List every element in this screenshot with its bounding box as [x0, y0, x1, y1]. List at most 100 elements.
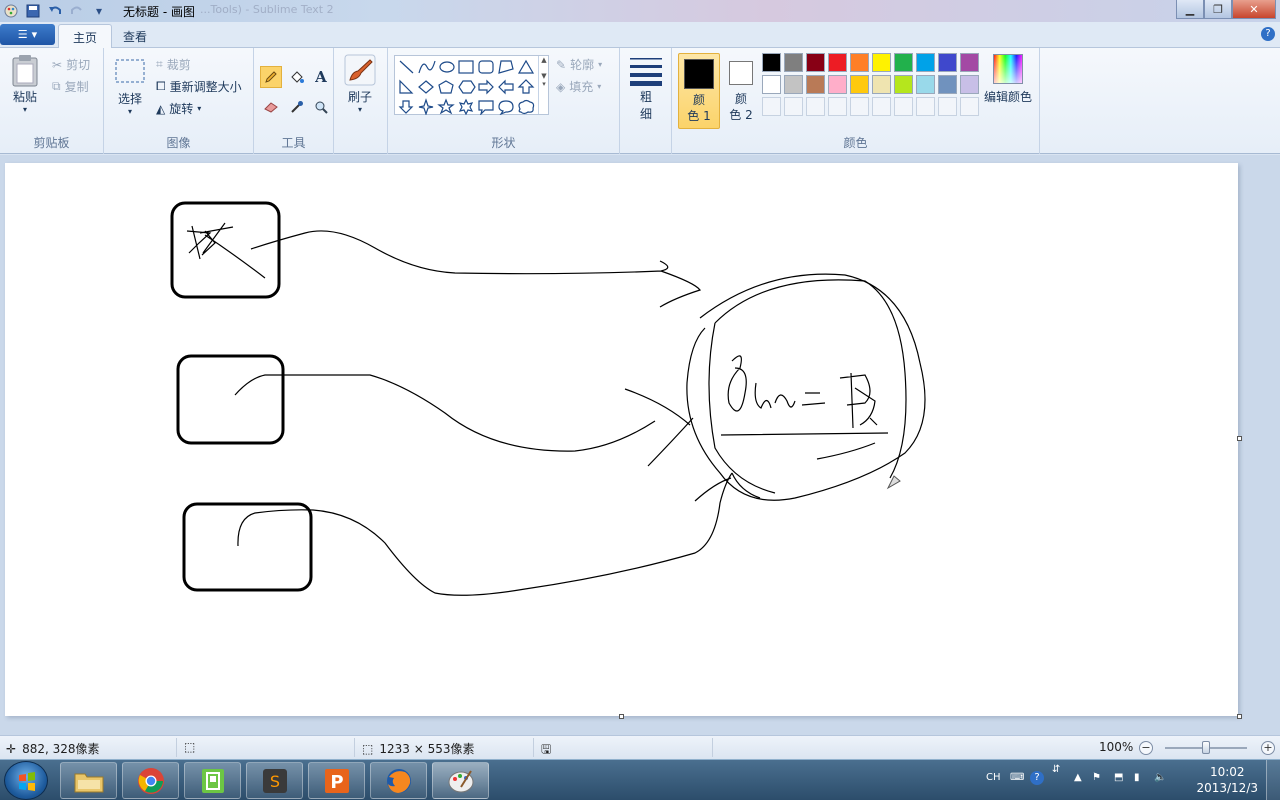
- maximize-button[interactable]: ❐: [1204, 0, 1232, 19]
- palette-color-swatch[interactable]: [938, 53, 957, 72]
- palette-custom-swatch[interactable]: [762, 97, 781, 116]
- palette-color-swatch[interactable]: [828, 75, 847, 94]
- palette-color-swatch[interactable]: [850, 53, 869, 72]
- palette-color-swatch[interactable]: [762, 75, 781, 94]
- palette-color-swatch[interactable]: [828, 53, 847, 72]
- shapes-scrollbar[interactable]: ▲ ▼ ▾: [538, 56, 549, 114]
- language-indicator[interactable]: CH: [986, 772, 1001, 783]
- resize-button[interactable]: ⧠ 重新调整大小: [156, 78, 242, 95]
- ime-options-icon[interactable]: ⇵: [1052, 764, 1060, 775]
- start-button[interactable]: [4, 761, 48, 800]
- help-icon[interactable]: ?: [1261, 27, 1275, 41]
- tab-view[interactable]: 查看: [109, 24, 161, 48]
- chevron-down-icon: ▾: [127, 107, 132, 116]
- brushes-button[interactable]: 刷子 ▾: [344, 54, 376, 114]
- zoom-in-button[interactable]: +: [1261, 741, 1275, 755]
- rotate-button[interactable]: ◭ 旋转 ▾: [156, 100, 201, 117]
- keyboard-icon[interactable]: ⌨: [1010, 772, 1024, 783]
- show-desktop-button[interactable]: [1266, 760, 1280, 800]
- app-menu-button[interactable]: ☰ ▾: [0, 24, 55, 45]
- action-center-icon[interactable]: ⚑: [1092, 772, 1101, 783]
- palette-custom-swatch[interactable]: [960, 97, 979, 116]
- palette-custom-swatch[interactable]: [784, 97, 803, 116]
- palette-custom-swatch[interactable]: [828, 97, 847, 116]
- taskbar-powerpoint[interactable]: P: [308, 762, 365, 799]
- palette-color-swatch[interactable]: [850, 75, 869, 94]
- eraser-tool[interactable]: [260, 96, 282, 118]
- color1-swatch: [684, 59, 714, 89]
- help-tray-icon[interactable]: ?: [1030, 771, 1044, 785]
- crop-button[interactable]: ⌗ 裁剪: [156, 56, 191, 73]
- taskbar-firefox[interactable]: [370, 762, 427, 799]
- palette-color-swatch[interactable]: [916, 75, 935, 94]
- copy-button[interactable]: ⧉ 复制: [52, 78, 89, 95]
- palette-color-swatch[interactable]: [806, 53, 825, 72]
- minimize-button[interactable]: ▁: [1176, 0, 1204, 19]
- polygon-shape-icon: [498, 60, 514, 74]
- redo-icon[interactable]: [68, 2, 86, 20]
- palette-color-swatch[interactable]: [784, 75, 803, 94]
- rainbow-icon: [993, 54, 1023, 84]
- color-picker-tool[interactable]: [286, 96, 308, 118]
- palette-color-swatch[interactable]: [960, 75, 979, 94]
- magnifier-tool[interactable]: [310, 96, 332, 118]
- color1-button[interactable]: 颜 色 1: [678, 53, 720, 129]
- colors-group-label: 颜色: [843, 136, 868, 150]
- pencil-tool[interactable]: [260, 66, 282, 88]
- show-hidden-icons-icon[interactable]: ▲: [1074, 772, 1082, 783]
- canvas-drawing: [170, 201, 926, 596]
- drawing-canvas[interactable]: [5, 163, 1238, 716]
- resize-handle-corner[interactable]: [1237, 714, 1242, 719]
- palette-custom-swatch[interactable]: [894, 97, 913, 116]
- usb-device-icon[interactable]: ⬒: [1114, 772, 1123, 783]
- taskbar-paint[interactable]: [432, 762, 489, 799]
- brushes-group: 刷子 ▾: [334, 48, 388, 154]
- size-button[interactable]: 粗 细: [629, 56, 663, 122]
- palette-color-swatch[interactable]: [938, 75, 957, 94]
- palette-custom-swatch[interactable]: [806, 97, 825, 116]
- close-button[interactable]: ✕: [1232, 0, 1276, 19]
- color2-button[interactable]: 颜 色 2: [722, 53, 760, 129]
- zoom-slider-thumb[interactable]: [1202, 741, 1210, 754]
- taskbar-sublime[interactable]: S: [246, 762, 303, 799]
- palette-color-swatch[interactable]: [872, 75, 891, 94]
- volume-icon[interactable]: 🔈: [1154, 772, 1166, 783]
- resize-handle-bottom[interactable]: [619, 714, 624, 719]
- resize-handle-right[interactable]: [1237, 436, 1242, 441]
- palette-custom-swatch[interactable]: [850, 97, 869, 116]
- paste-button[interactable]: 粘贴 ▾: [10, 54, 40, 114]
- undo-icon[interactable]: [46, 2, 64, 20]
- edit-colors-button[interactable]: 编辑颜色: [984, 54, 1032, 105]
- palette-custom-swatch[interactable]: [938, 97, 957, 116]
- select-button[interactable]: 选择 ▾: [114, 58, 146, 116]
- chevron-down-icon: ▾: [597, 82, 602, 91]
- taskbar-evernote[interactable]: [184, 762, 241, 799]
- palette-color-swatch[interactable]: [872, 53, 891, 72]
- folder-icon: [74, 773, 103, 792]
- clock[interactable]: 10:02 2013/12/3: [1196, 764, 1258, 796]
- text-tool[interactable]: A: [310, 66, 332, 88]
- palette-color-swatch[interactable]: [784, 53, 803, 72]
- palette-color-swatch[interactable]: [960, 53, 979, 72]
- cut-button[interactable]: ✂ 剪切: [52, 56, 90, 73]
- tab-home[interactable]: 主页: [58, 24, 113, 48]
- qat-dropdown-icon[interactable]: ▾: [90, 2, 108, 20]
- zoom-out-button[interactable]: −: [1139, 741, 1153, 755]
- clipboard-group-label: 剪贴板: [33, 136, 70, 150]
- taskbar-explorer[interactable]: [60, 762, 117, 799]
- palette-custom-swatch[interactable]: [872, 97, 891, 116]
- palette-color-swatch[interactable]: [806, 75, 825, 94]
- fill-tool[interactable]: [286, 66, 308, 88]
- taskbar-chrome[interactable]: [122, 762, 179, 799]
- palette-custom-swatch[interactable]: [916, 97, 935, 116]
- paint-app-icon[interactable]: [2, 2, 20, 20]
- palette-color-swatch[interactable]: [894, 53, 913, 72]
- chevron-down-icon: ▾: [598, 60, 603, 69]
- palette-color-swatch[interactable]: [916, 53, 935, 72]
- palette-color-swatch[interactable]: [894, 75, 913, 94]
- network-icon[interactable]: ▮: [1134, 772, 1140, 783]
- fill-button[interactable]: ◈ 填充 ▾: [556, 78, 601, 95]
- outline-button[interactable]: ✎ 轮廓 ▾: [556, 56, 602, 73]
- palette-color-swatch[interactable]: [762, 53, 781, 72]
- save-icon[interactable]: [24, 2, 42, 20]
